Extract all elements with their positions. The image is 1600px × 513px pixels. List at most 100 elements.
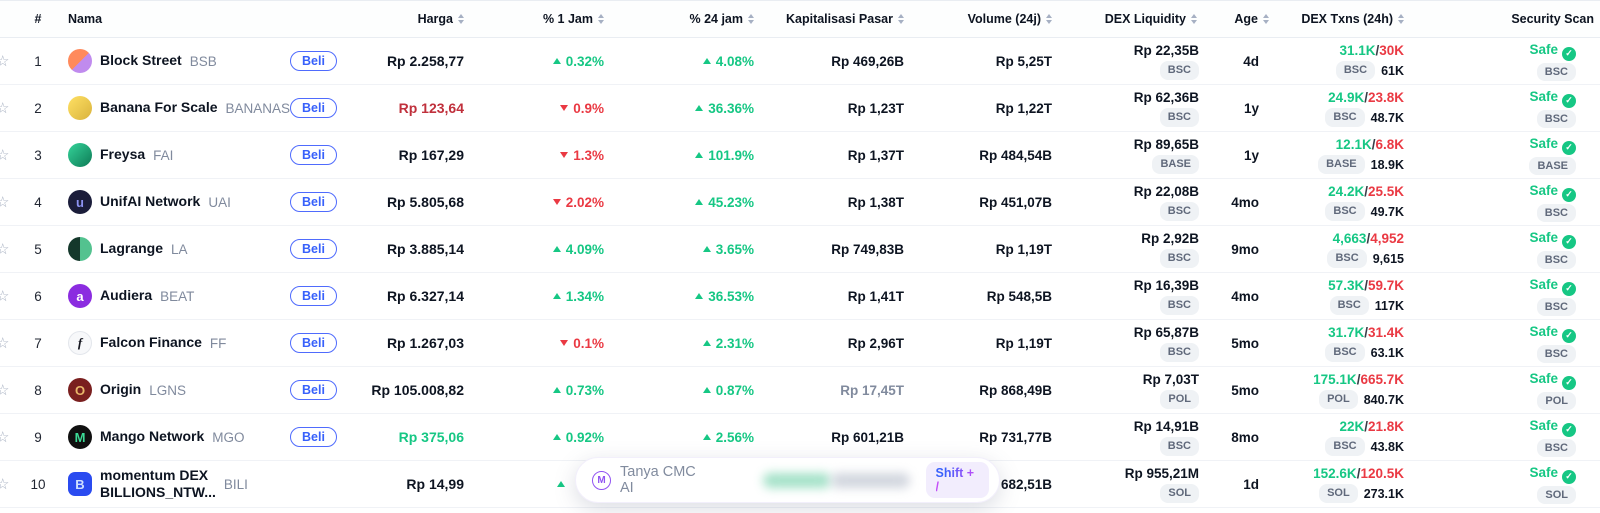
txns-sells: 665.7K — [1360, 372, 1404, 387]
change-1h: 0.32% — [470, 54, 610, 69]
dex-liquidity-value: Rp 7,03T — [1058, 371, 1199, 389]
txns-sells: 4,952 — [1370, 231, 1404, 246]
buy-button[interactable]: Beli — [290, 427, 337, 447]
txns-buys: 24.2K — [1328, 184, 1364, 199]
buy-button[interactable]: Beli — [290, 51, 337, 71]
table-row[interactable]: ☆ 3 Freysa FAI Beli Rp 167,29 1.3% 101.9… — [0, 132, 1600, 179]
watchlist-star-icon[interactable]: ☆ — [0, 428, 9, 446]
dex-txns-24h: 31.1K/30K BSC61K — [1275, 42, 1410, 80]
coin-name: Block Street — [100, 52, 182, 70]
price: Rp 14,99 — [360, 476, 470, 492]
table-row[interactable]: ☆ 7 f Falcon Finance FF Beli Rp 1.267,03… — [0, 320, 1600, 367]
dex-liquidity: Rp 7,03T POL — [1058, 371, 1203, 409]
dex-liquidity-value: Rp 2,92B — [1058, 230, 1199, 248]
header-volume[interactable]: Volume (24j) — [910, 12, 1058, 26]
table-row[interactable]: ☆ 8 O Origin LGNS Beli Rp 105.008,82 0.7… — [0, 367, 1600, 414]
header-change-24h-label: % 24 jam — [689, 12, 743, 26]
coin-name-cell[interactable]: O Origin LGNS — [60, 378, 290, 402]
security-scan: Safe✓ BSC — [1410, 41, 1600, 82]
sort-icon[interactable] — [1398, 14, 1404, 24]
sort-icon[interactable] — [1046, 14, 1052, 24]
dex-liquidity: Rp 2,92B BSC — [1058, 230, 1203, 268]
coin-name-cell[interactable]: f Falcon Finance FF — [60, 331, 290, 355]
trend-caret-icon — [553, 434, 561, 440]
header-age[interactable]: Age — [1203, 12, 1275, 26]
header-dex-liquidity[interactable]: DEX Liquidity — [1058, 12, 1203, 26]
coin-name-cell[interactable]: Freysa FAI — [60, 143, 290, 167]
dex-liquidity-value: Rp 65,87B — [1058, 324, 1199, 342]
watchlist-star-icon[interactable]: ☆ — [0, 52, 9, 70]
ask-cmc-ai-bar[interactable]: M Tanya CMC AI Shift + / — [575, 457, 1000, 503]
header-market-cap[interactable]: Kapitalisasi Pasar — [760, 12, 910, 26]
change-24h: 0.87% — [610, 383, 760, 398]
chain-badge: BSC — [1160, 108, 1199, 127]
sort-icon[interactable] — [748, 14, 754, 24]
sort-icon[interactable] — [598, 14, 604, 24]
coin-name-cell[interactable]: Lagrange LA — [60, 237, 290, 261]
header-price[interactable]: Harga — [360, 12, 470, 26]
watchlist-star-icon[interactable]: ☆ — [0, 381, 9, 399]
txns-sells: 59.7K — [1368, 278, 1404, 293]
chain-badge: BSC — [1160, 61, 1199, 80]
txns-sells: 21.8K — [1368, 419, 1404, 434]
header-change-1h[interactable]: % 1 Jam — [470, 12, 610, 26]
age: 1y — [1203, 148, 1275, 163]
coin-name-cell[interactable]: B momentum DEX BILLIONS_NTW... BILI — [60, 467, 290, 502]
coin-name-cell[interactable]: M Mango Network MGO — [60, 425, 290, 449]
coin-name-cell[interactable]: u UnifAI Network UAI — [60, 190, 290, 214]
sort-icon[interactable] — [898, 14, 904, 24]
dex-liquidity-value: Rp 62,36B — [1058, 89, 1199, 107]
buy-button[interactable]: Beli — [290, 286, 337, 306]
table-header: # Nama Harga % 1 Jam % 24 jam Kapitalisa… — [0, 0, 1600, 38]
coin-name: UnifAI Network — [100, 193, 200, 211]
sort-icon[interactable] — [1191, 14, 1197, 24]
buy-button[interactable]: Beli — [290, 192, 337, 212]
txns-buys: 175.1K — [1313, 372, 1357, 387]
table-row[interactable]: ☆ 5 Lagrange LA Beli Rp 3.885,14 4.09% 3… — [0, 226, 1600, 273]
buy-button[interactable]: Beli — [290, 145, 337, 165]
header-market-cap-label: Kapitalisasi Pasar — [786, 12, 893, 26]
table-row[interactable]: ☆ 6 a Audiera BEAT Beli Rp 6.327,14 1.34… — [0, 273, 1600, 320]
buy-button[interactable]: Beli — [290, 98, 337, 118]
change-1h-value: 0.73% — [566, 383, 604, 398]
watchlist-star-icon[interactable]: ☆ — [0, 334, 9, 352]
chain-badge: BSC — [1537, 439, 1576, 458]
trend-caret-icon — [560, 152, 568, 158]
txns-buys: 152.6K — [1313, 466, 1357, 481]
buy-button[interactable]: Beli — [290, 333, 337, 353]
security-status: Safe — [1529, 136, 1558, 151]
price: Rp 5.805,68 — [360, 194, 470, 210]
header-change-24h[interactable]: % 24 jam — [610, 12, 760, 26]
dex-liquidity-value: Rp 955,21M — [1058, 465, 1199, 483]
header-dex-txns[interactable]: DEX Txns (24h) — [1275, 12, 1410, 26]
market-cap: Rp 1,38T — [760, 195, 910, 210]
watchlist-star-icon[interactable]: ☆ — [0, 287, 9, 305]
trend-caret-icon — [557, 481, 565, 487]
watchlist-star-icon[interactable]: ☆ — [0, 146, 9, 164]
table-row[interactable]: ☆ 2 Banana For Scale BANANAS31 Beli Rp 1… — [0, 85, 1600, 132]
sort-icon[interactable] — [1263, 14, 1269, 24]
table-row[interactable]: ☆ 4 u UnifAI Network UAI Beli Rp 5.805,6… — [0, 179, 1600, 226]
table-row[interactable]: ☆ 1 Block Street BSB Beli Rp 2.258,77 0.… — [0, 38, 1600, 85]
coin-name-cell[interactable]: Block Street BSB — [60, 49, 290, 73]
watchlist-star-icon[interactable]: ☆ — [0, 99, 9, 117]
coin-name-cell[interactable]: a Audiera BEAT — [60, 284, 290, 308]
change-1h-value: 0.1% — [573, 336, 604, 351]
watchlist-star-icon[interactable]: ☆ — [0, 193, 9, 211]
buy-button[interactable]: Beli — [290, 380, 337, 400]
change-24h: 2.56% — [610, 430, 760, 445]
txns-total: 63.1K — [1371, 345, 1404, 361]
table-row[interactable]: ☆ 9 M Mango Network MGO Beli Rp 375,06 0… — [0, 414, 1600, 461]
txns-sells: 31.4K — [1368, 325, 1404, 340]
buy-button[interactable]: Beli — [290, 239, 337, 259]
coin-name: Origin — [100, 381, 141, 399]
volume-24h: Rp 484,54B — [910, 148, 1058, 163]
price: Rp 105.008,82 — [360, 382, 470, 398]
change-24h-value: 36.53% — [708, 289, 754, 304]
coin-name-cell[interactable]: Banana For Scale BANANAS31 — [60, 96, 290, 120]
check-icon: ✓ — [1562, 376, 1576, 390]
chain-badge: SOL — [1537, 486, 1576, 505]
watchlist-star-icon[interactable]: ☆ — [0, 240, 9, 258]
watchlist-star-icon[interactable]: ☆ — [0, 475, 9, 493]
sort-icon[interactable] — [458, 14, 464, 24]
